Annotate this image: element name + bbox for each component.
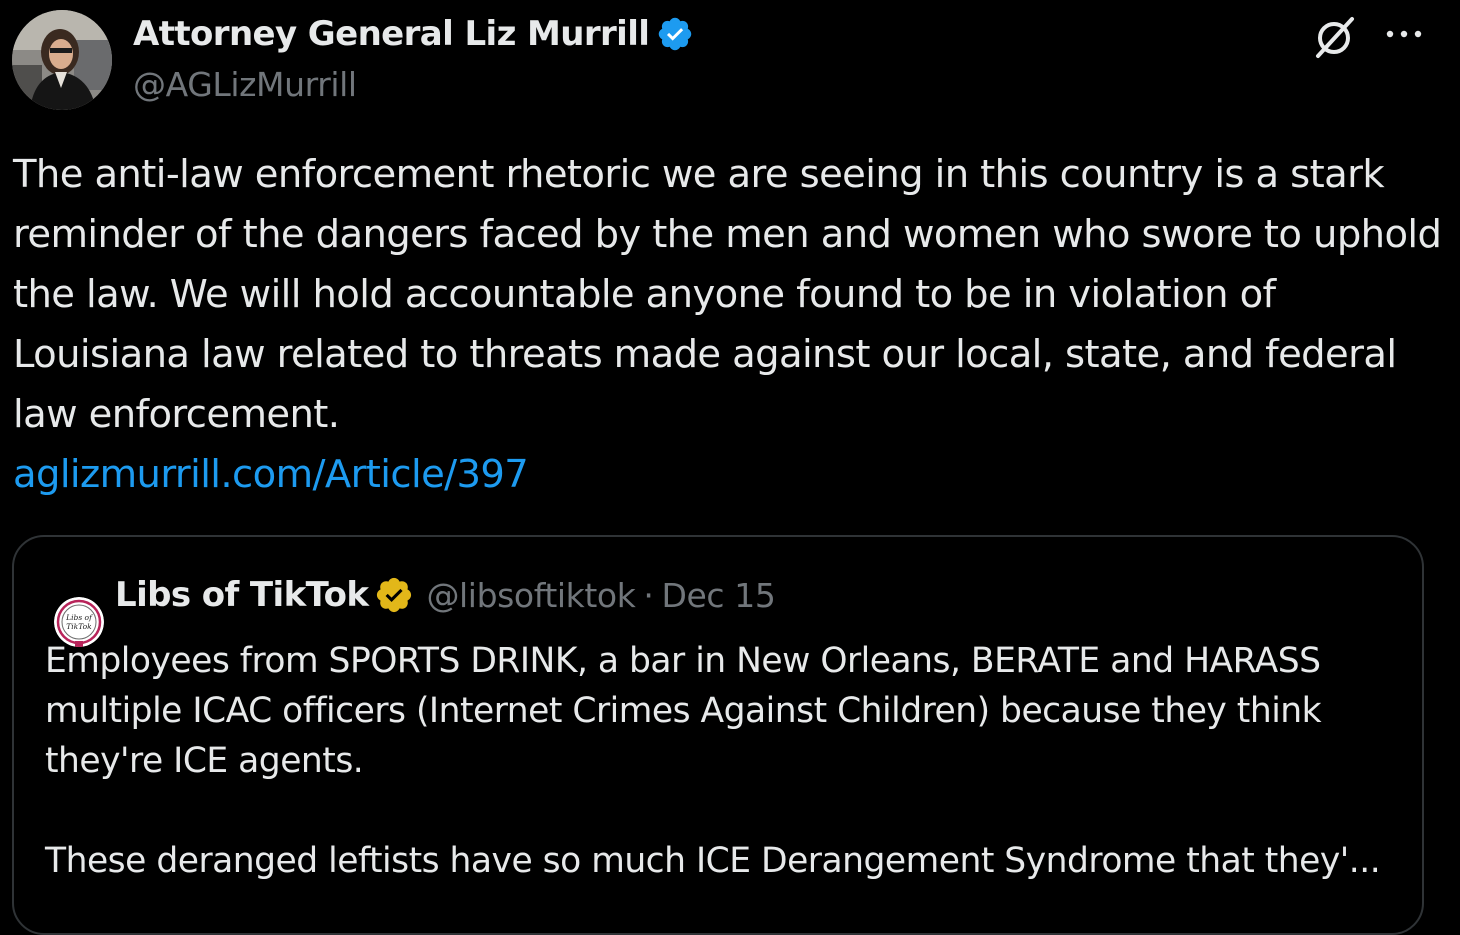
gold-check-icon[interactable]	[374, 575, 414, 615]
quoted-body: Employees from SPORTS DRINK, a bar in Ne…	[45, 636, 1415, 886]
quoted-avatar-text-2: TikTok	[66, 622, 92, 631]
blue-check-icon[interactable]	[656, 15, 694, 53]
post-body: The anti-law enforcement rhetoric we are…	[13, 145, 1443, 505]
post-link[interactable]: aglizmurrill.com/Article/397	[13, 445, 1443, 505]
quoted-date[interactable]: Dec 15	[662, 576, 776, 615]
post-text: The anti-law enforcement rhetoric we are…	[13, 152, 1442, 437]
author-avatar[interactable]	[12, 10, 112, 110]
quoted-avatar-text-1: Libs of	[65, 613, 93, 622]
quoted-separator: ·	[643, 575, 654, 615]
quoted-handle[interactable]: @libsoftiktok	[426, 576, 635, 615]
quoted-display-name[interactable]: Libs of TikTok	[115, 575, 369, 615]
grok-icon[interactable]	[1312, 14, 1358, 60]
author-name-row[interactable]: Attorney General Liz Murrill	[133, 12, 694, 56]
quoted-header[interactable]: Libs of TikTok @libsoftiktok · Dec 15	[115, 571, 776, 619]
author-handle[interactable]: @AGLizMurrill	[133, 64, 357, 106]
author-display-name[interactable]: Attorney General Liz Murrill	[133, 12, 650, 56]
quoted-text-paragraph-1: Employees from SPORTS DRINK, a bar in Ne…	[45, 641, 1322, 781]
tweet[interactable]: Attorney General Liz Murrill @AGLizMurri…	[0, 0, 1460, 935]
more-icon[interactable]	[1384, 22, 1424, 46]
quoted-text-paragraph-2: These deranged leftists have so much ICE…	[45, 841, 1381, 881]
